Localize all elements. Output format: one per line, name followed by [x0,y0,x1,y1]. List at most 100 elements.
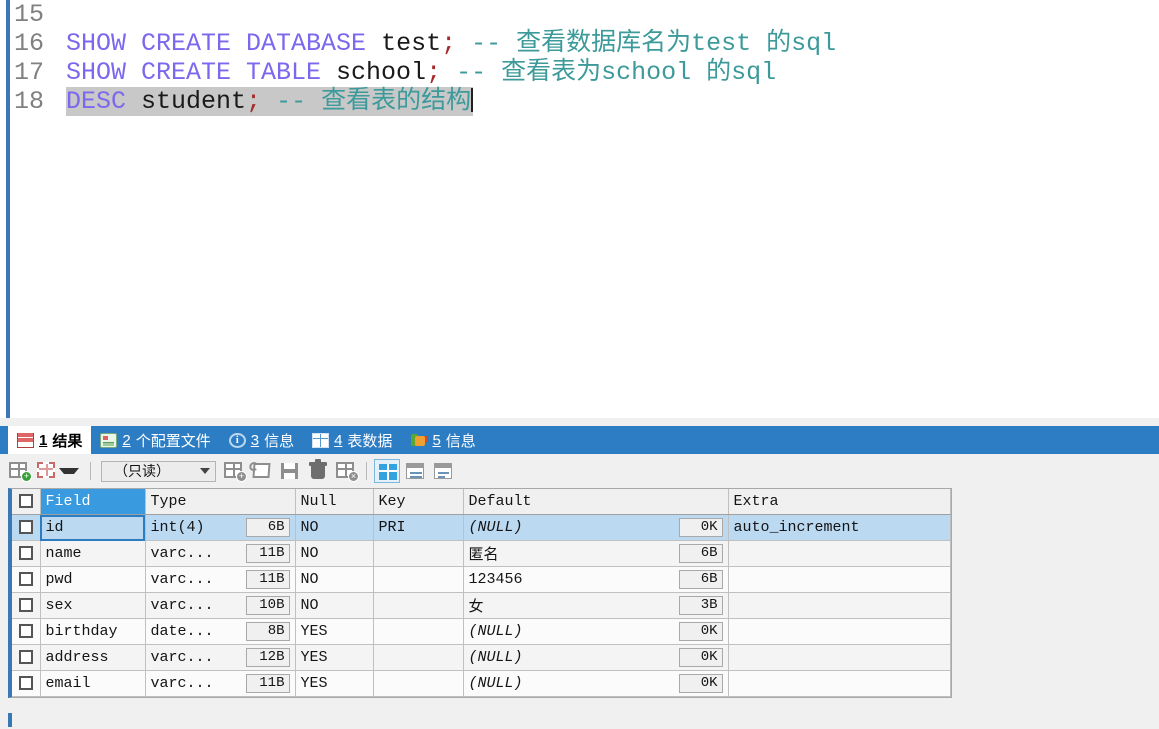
cell-type[interactable]: int(4) 6B [145,514,296,541]
table-row[interactable]: name varc... 11B NO 匿名 6B [12,540,951,567]
cell-null[interactable]: YES [295,644,374,671]
code-line[interactable]: 16 SHOW CREATE DATABASE test; -- 查看数据库名为t… [0,29,1159,58]
code-lines: 15 16 SHOW CREATE DATABASE test; -- 查看数据库名… [0,0,1159,116]
row-checkbox[interactable] [18,624,33,639]
text-view-icon [434,463,452,479]
cell-default-value: 匿名 [468,547,499,564]
cell-type[interactable]: date... 8B [145,618,296,645]
cell-null[interactable]: YES [295,670,374,697]
cell-field[interactable]: name [40,540,146,567]
table-row[interactable]: sex varc... 10B NO 女 3B [12,592,951,619]
select-all-cell[interactable] [12,489,41,515]
row-select-cell[interactable] [12,540,41,567]
row-checkbox[interactable] [18,598,33,613]
result-tab-4[interactable]: 4 表数据 [303,426,401,454]
cell-key[interactable] [373,540,464,567]
cell-field[interactable]: id [40,514,146,541]
text-view-button[interactable] [430,459,456,483]
cell-type[interactable]: varc... 11B [145,540,296,567]
table-row[interactable]: id int(4) 6B NO PRI (NULL) 0K auto_increment [12,514,951,541]
refresh-button[interactable] [249,459,275,483]
cell-key[interactable] [373,670,464,697]
row-checkbox[interactable] [18,650,33,665]
cell-default[interactable]: 匿名 6B [463,540,729,567]
grid-view-button[interactable] [374,459,400,483]
cell-default[interactable]: (NULL) 0K [463,618,729,645]
row-checkbox[interactable] [18,676,33,691]
table-row[interactable]: pwd varc... 11B NO 123456 6B [12,566,951,593]
cell-key[interactable] [373,644,464,671]
cell-field[interactable]: sex [40,592,146,619]
cell-key[interactable] [373,592,464,619]
form-view-button[interactable] [402,459,428,483]
cell-extra[interactable] [728,618,951,645]
result-tab-2[interactable]: 2 个配置文件 [91,426,219,454]
cell-null[interactable]: NO [295,566,374,593]
cell-null[interactable]: NO [295,592,374,619]
add-record-button[interactable]: + [6,459,32,483]
row-checkbox[interactable] [18,546,33,561]
row-checkbox[interactable] [18,520,33,535]
cell-null[interactable]: YES [295,618,374,645]
column-header-type[interactable]: Type [145,489,296,515]
cell-null[interactable]: NO [295,540,374,567]
cell-null[interactable]: NO [295,514,374,541]
save-button[interactable] [277,459,303,483]
result-data-grid[interactable]: Field Type Null Key Default Extra id int(… [8,488,952,698]
cell-field[interactable]: email [40,670,146,697]
cell-extra[interactable]: auto_increment [728,514,951,541]
chevron-down-icon[interactable] [59,468,79,474]
result-tab-3[interactable]: i 3 信息 [220,426,303,454]
cell-type[interactable]: varc... 10B [145,592,296,619]
cell-key[interactable] [373,566,464,593]
table-grid-icon [312,432,330,448]
cell-extra[interactable] [728,566,951,593]
cell-type[interactable]: varc... 11B [145,670,296,697]
result-tab-5[interactable]: 5 信息 [401,426,484,454]
table-row[interactable]: address varc... 12B YES (NULL) 0K [12,644,951,671]
cancel-changes-button[interactable]: × [333,459,359,483]
cell-extra[interactable] [728,670,951,697]
row-select-cell[interactable] [12,644,41,671]
cell-default[interactable]: (NULL) 0K [463,644,729,671]
row-select-cell[interactable] [12,670,41,697]
row-select-cell[interactable] [12,592,41,619]
row-select-cell[interactable] [12,618,41,645]
cell-field[interactable]: address [40,644,146,671]
column-header-extra[interactable]: Extra [728,489,951,515]
table-row[interactable]: birthday date... 8B YES (NULL) 0K [12,618,951,645]
row-select-cell[interactable] [12,566,41,593]
tab-number: 3 [250,431,260,449]
column-header-default[interactable]: Default [463,489,729,515]
row-checkbox[interactable] [18,572,33,587]
row-select-cell[interactable] [12,514,41,541]
delete-record-button[interactable] [305,459,331,483]
select-all-checkbox[interactable] [18,494,33,509]
table-row[interactable]: email varc... 11B YES (NULL) 0K [12,670,951,697]
cell-default[interactable]: 123456 6B [463,566,729,593]
cell-field[interactable]: birthday [40,618,146,645]
cell-field[interactable]: pwd [40,566,146,593]
cell-default[interactable]: (NULL) 0K [463,670,729,697]
sql-editor[interactable]: 15 16 SHOW CREATE DATABASE test; -- 查看数据库名… [0,0,1159,418]
cell-key[interactable]: PRI [373,514,464,541]
code-line[interactable]: 15 [0,0,1159,29]
code-line[interactable]: 18 DESC student; -- 查看表的结构 [0,87,1159,116]
cell-default[interactable]: 女 3B [463,592,729,619]
edit-mode-select[interactable]: （只读） [101,460,216,482]
cell-extra[interactable] [728,592,951,619]
cell-key[interactable] [373,618,464,645]
cell-type[interactable]: varc... 11B [145,566,296,593]
grid-options-button[interactable] [34,459,60,483]
column-header-null[interactable]: Null [295,489,374,515]
cell-type[interactable]: varc... 12B [145,644,296,671]
describe-table: Field Type Null Key Default Extra id int(… [12,489,951,697]
cell-extra[interactable] [728,644,951,671]
result-tab-1[interactable]: 1 结果 [8,426,92,454]
cell-default[interactable]: (NULL) 0K [463,514,729,541]
insert-record-button[interactable]: + [221,459,247,483]
column-header-field[interactable]: Field [40,489,146,515]
column-header-key[interactable]: Key [373,489,464,515]
cell-extra[interactable] [728,540,951,567]
code-line[interactable]: 17 SHOW CREATE TABLE school; -- 查看表为schoo… [0,58,1159,87]
